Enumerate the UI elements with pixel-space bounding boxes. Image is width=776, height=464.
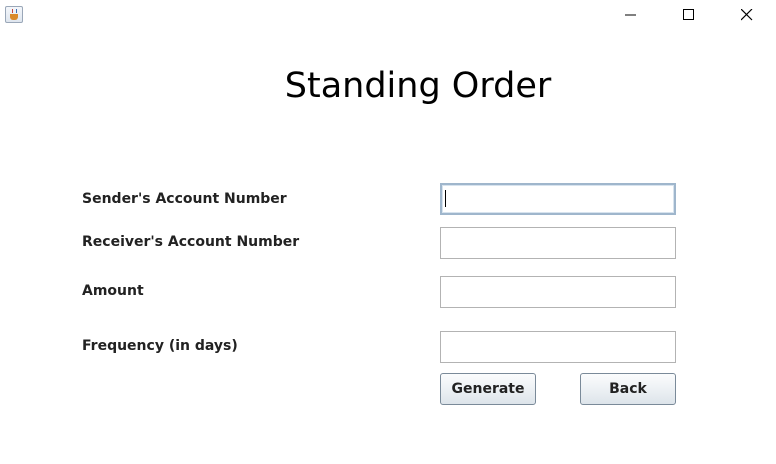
maximize-icon — [683, 9, 694, 20]
frequency-label: Frequency (in days) — [82, 338, 238, 354]
java-cup-icon[interactable] — [5, 6, 23, 23]
minimize-icon — [625, 14, 636, 16]
maximize-button[interactable] — [666, 0, 712, 30]
java-steam-icon — [12, 9, 17, 13]
close-button[interactable] — [724, 0, 770, 30]
back-button[interactable]: Back — [580, 373, 676, 405]
frequency-input[interactable] — [440, 331, 676, 363]
java-cup-shape — [10, 14, 18, 20]
amount-label: Amount — [82, 283, 144, 299]
close-icon — [741, 9, 753, 21]
sender-account-label: Sender's Account Number — [82, 191, 287, 207]
generate-button[interactable]: Generate — [440, 373, 536, 405]
standing-order-window: Standing Order Sender's Account Number R… — [0, 0, 776, 464]
page-title: Standing Order — [284, 66, 552, 106]
minimize-button[interactable] — [608, 0, 654, 30]
receiver-account-label: Receiver's Account Number — [82, 234, 300, 250]
amount-input[interactable] — [440, 276, 676, 308]
title-bar[interactable] — [0, 0, 776, 30]
text-caret — [445, 190, 446, 207]
sender-account-input[interactable] — [440, 183, 676, 215]
receiver-account-input[interactable] — [440, 227, 676, 259]
